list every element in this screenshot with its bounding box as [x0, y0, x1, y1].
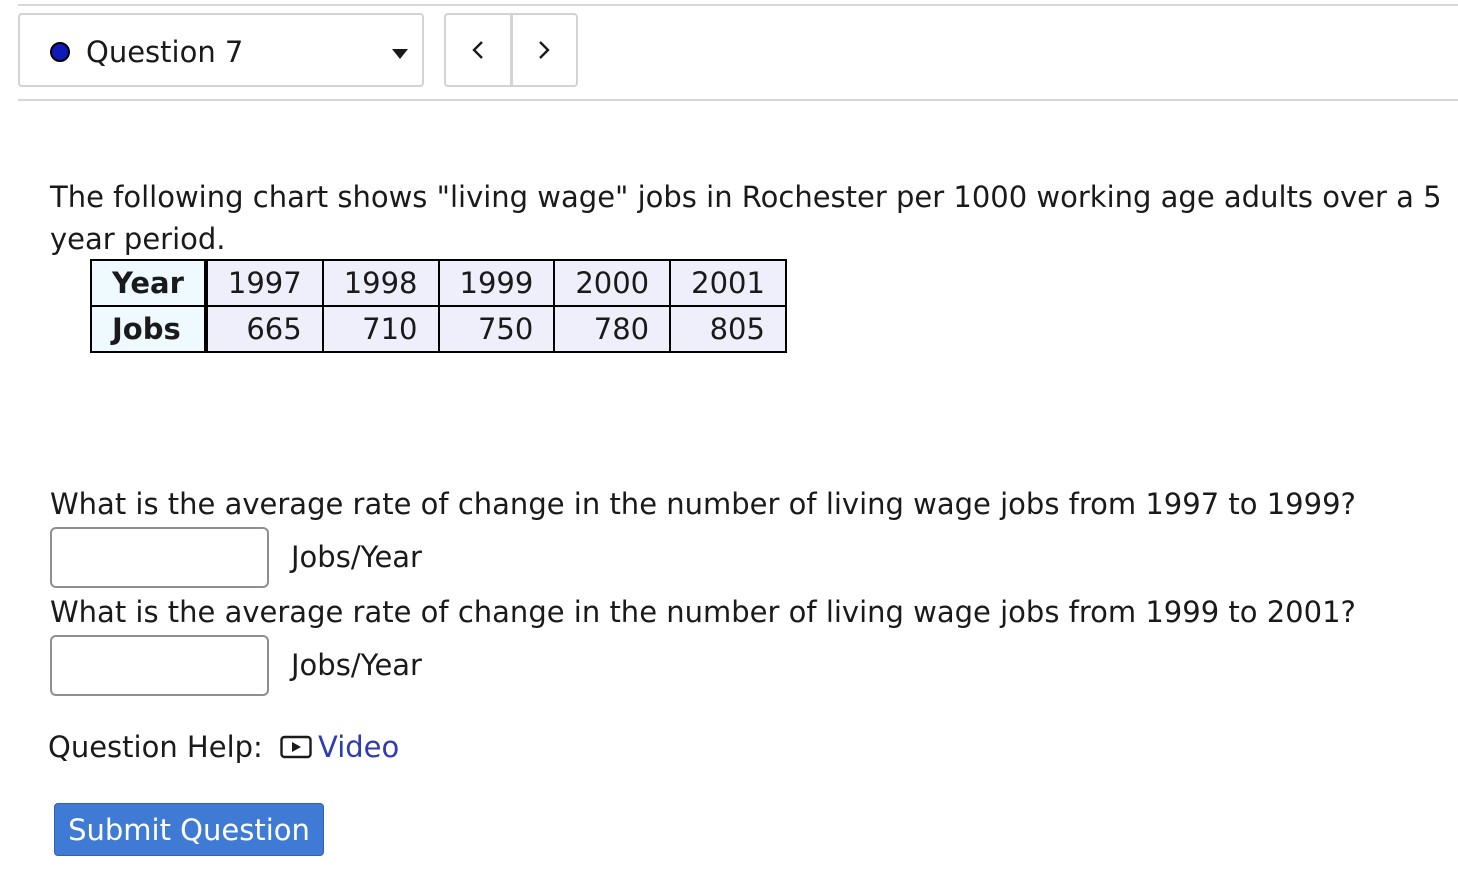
row-header-year: Year [90, 259, 208, 307]
question-selector[interactable]: Question 7 [18, 13, 424, 87]
table-row-year: Year 1997 1998 1999 2000 2001 [90, 259, 787, 307]
next-question-button[interactable] [509, 15, 577, 85]
question-intro-text: The following chart shows "living wage" … [50, 180, 1442, 256]
table-cell-year: 2000 [553, 259, 672, 307]
question-status-dot [50, 42, 70, 62]
question-part-2-text: What is the average rate of change in th… [50, 595, 1356, 629]
answer-unit-1: Jobs/Year [291, 540, 422, 574]
answer-unit-2: Jobs/Year [291, 648, 422, 682]
video-link-label: Video [318, 730, 400, 764]
question-part-1-text: What is the average rate of change in th… [50, 487, 1356, 521]
table-cell-jobs: 665 [204, 305, 324, 353]
answer-input-2[interactable] [50, 635, 269, 696]
question-nav-buttons [444, 13, 578, 87]
table-row-jobs: Jobs 665 710 750 780 805 [90, 305, 787, 353]
table-cell-jobs: 710 [321, 305, 440, 353]
caret-down-icon [392, 49, 408, 59]
table-cell-year: 2001 [669, 259, 787, 307]
chevron-left-icon [472, 41, 483, 59]
table-cell-jobs: 805 [669, 305, 787, 353]
answer-input-1[interactable] [50, 527, 269, 588]
table-cell-jobs: 780 [553, 305, 672, 353]
chevron-right-icon [539, 41, 550, 59]
previous-question-button[interactable] [446, 15, 510, 85]
row-header-jobs: Jobs [90, 305, 208, 353]
nav-divider [18, 99, 1458, 101]
table-cell-jobs: 750 [437, 305, 556, 353]
top-divider [18, 4, 1458, 6]
table-cell-year: 1999 [437, 259, 556, 307]
submit-question-button[interactable]: Submit Question [54, 803, 324, 856]
play-icon [280, 735, 312, 759]
table-cell-year: 1998 [321, 259, 440, 307]
question-help-label: Question Help: [48, 730, 263, 764]
video-help-link[interactable]: Video [280, 727, 399, 767]
table-cell-year: 1997 [204, 259, 324, 307]
question-selector-label: Question 7 [86, 35, 244, 69]
jobs-data-table: Year 1997 1998 1999 2000 2001 Jobs 665 7… [90, 259, 787, 353]
